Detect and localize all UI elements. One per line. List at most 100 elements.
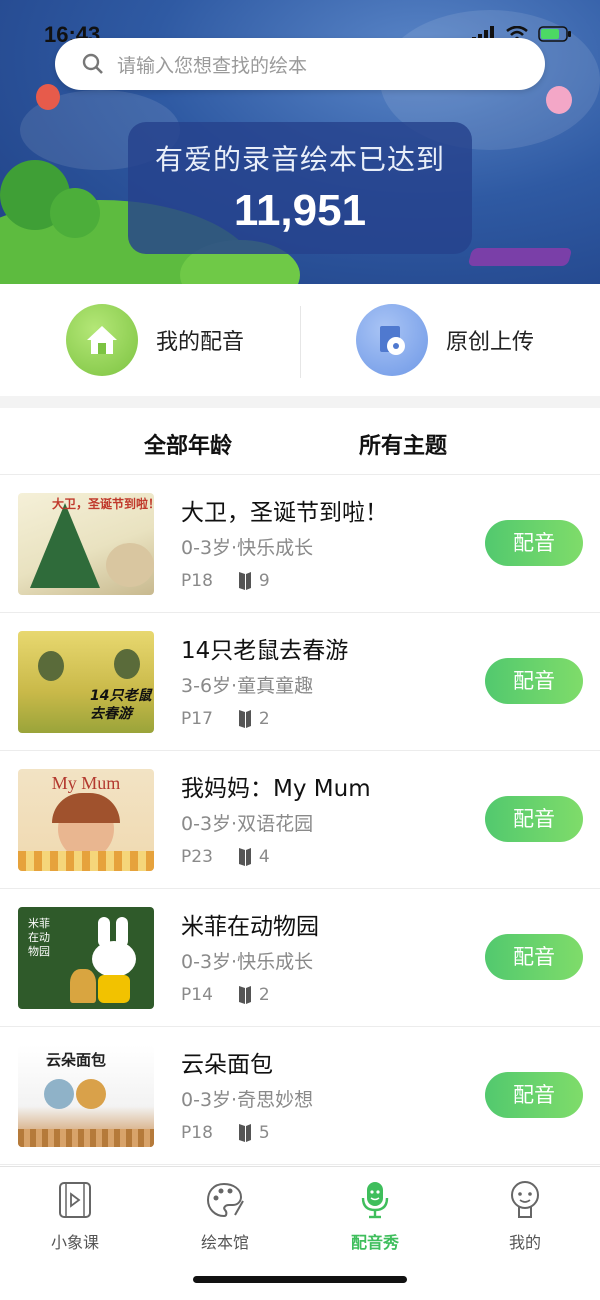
book-title: 米菲在动物园 xyxy=(181,914,319,940)
cover-title: 14只老鼠去春游 xyxy=(90,688,152,722)
dub-button[interactable]: 配音 xyxy=(485,520,583,566)
banner[interactable]: 16:43 请输入您想查找的绘本 有爱的录音绘本已达到 11,951 xyxy=(0,0,600,284)
cover-title: 云朵面包 xyxy=(46,1051,107,1069)
book-title: 大卫，圣诞节到啦！ xyxy=(181,500,388,526)
recording-counter: 有爱的录音绘本已达到 11,951 xyxy=(128,122,472,254)
book-stats: P17 2 xyxy=(181,709,270,729)
hair-decor xyxy=(52,793,120,823)
list-item[interactable]: 米菲在动物园 米菲在动物园 0-3岁·快乐成长 P14 2 配音 xyxy=(0,889,600,1027)
book-title: 14只老鼠去春游 xyxy=(181,638,349,664)
book-cover[interactable]: 米菲在动物园 xyxy=(18,907,154,1009)
profile-icon xyxy=(511,1181,539,1218)
tab-profile[interactable]: 我的 xyxy=(465,1179,585,1253)
book-meta: 0-3岁·快乐成长 xyxy=(181,537,314,559)
search-placeholder: 请输入您想查找的绘本 xyxy=(117,55,308,77)
tab-library-label: 绘本馆 xyxy=(200,1233,249,1252)
cover-title: My Mum xyxy=(51,773,121,793)
book-stats: P18 9 xyxy=(181,571,270,591)
bunny-dress-decor xyxy=(98,975,130,1003)
mouse-decor xyxy=(114,649,140,679)
list-item[interactable]: 大卫，圣诞节到啦！ 大卫，圣诞节到啦！ 0-3岁·快乐成长 P18 9 配音 xyxy=(0,475,600,613)
dub-button[interactable]: 配音 xyxy=(485,1072,583,1118)
balloon-icon xyxy=(546,86,572,114)
book-meta: 3-6岁·童真童趣 xyxy=(181,675,314,697)
tree-decor xyxy=(50,188,100,238)
list-item[interactable]: My Mum 我妈妈：My Mum 0-3岁·双语花园 P23 4 配音 xyxy=(0,751,600,889)
disc-upload-icon xyxy=(356,304,428,376)
battery-icon xyxy=(538,26,571,42)
tree-decor xyxy=(30,503,100,588)
book-cover[interactable]: 大卫，圣诞节到啦！ xyxy=(18,493,154,595)
home-indicator[interactable] xyxy=(193,1276,407,1283)
page-count: P18 xyxy=(181,1123,213,1143)
section-gap xyxy=(0,396,600,408)
tab-library[interactable]: 绘本馆 xyxy=(165,1179,285,1253)
page-count: P18 xyxy=(181,571,213,591)
book-meta: 0-3岁·双语花园 xyxy=(181,813,314,835)
book-icon xyxy=(238,848,251,866)
list-item[interactable]: 14只老鼠去春游 14只老鼠去春游 3-6岁·童真童趣 P17 2 配音 xyxy=(0,613,600,751)
page-count: P17 xyxy=(181,709,213,729)
dub-button[interactable]: 配音 xyxy=(485,658,583,704)
sack-decor xyxy=(106,543,154,587)
tab-dubbing-show[interactable]: 配音秀 xyxy=(315,1179,435,1253)
divider xyxy=(300,306,301,378)
roof-decor xyxy=(18,1129,154,1147)
tab-lessons-label: 小象课 xyxy=(50,1233,99,1252)
tab-dubbing-show-label: 配音秀 xyxy=(350,1233,399,1252)
book-icon xyxy=(238,710,251,728)
book-icon xyxy=(238,1124,251,1142)
palette-icon xyxy=(206,1182,244,1218)
counter-caption: 有爱的录音绘本已达到 xyxy=(154,143,445,176)
book-stats: P18 5 xyxy=(181,1123,270,1143)
microphone-icon xyxy=(361,1182,389,1219)
dress-decor xyxy=(18,851,154,871)
book-cover[interactable]: My Mum xyxy=(18,769,154,871)
tab-lessons[interactable]: 小象课 xyxy=(15,1179,135,1253)
kangaroo-decor xyxy=(70,969,96,1003)
tab-profile-label: 我的 xyxy=(508,1233,541,1252)
dub-button[interactable]: 配音 xyxy=(485,796,583,842)
quick-actions: 我的配音 原创上传 xyxy=(0,284,600,396)
theme-filter[interactable]: 所有主题 xyxy=(359,428,447,460)
dub-count: 2 xyxy=(258,985,270,1005)
dub-count: 2 xyxy=(258,709,270,729)
original-upload-label: 原创上传 xyxy=(446,330,535,355)
book-icon xyxy=(238,572,251,590)
search-bar[interactable]: 请输入您想查找的绘本 xyxy=(55,38,545,90)
mouse-decor xyxy=(38,651,64,681)
carpet-decor xyxy=(467,248,573,266)
dub-count: 5 xyxy=(258,1123,270,1143)
book-cover[interactable]: 14只老鼠去春游 xyxy=(18,631,154,733)
book-title: 云朵面包 xyxy=(181,1052,273,1078)
dub-button[interactable]: 配音 xyxy=(485,934,583,980)
video-icon xyxy=(59,1182,91,1218)
filter-bar: 全部年龄 所有主题 xyxy=(0,408,600,475)
counter-value: 11,951 xyxy=(233,186,367,235)
book-meta: 0-3岁·快乐成长 xyxy=(181,951,314,973)
book-stats: P23 4 xyxy=(181,847,270,867)
page-count: P23 xyxy=(181,847,213,867)
book-title: 我妈妈：My Mum xyxy=(181,776,371,802)
book-stats: P14 2 xyxy=(181,985,270,1005)
home-icon xyxy=(66,304,138,376)
book-list: 大卫，圣诞节到啦！ 大卫，圣诞节到啦！ 0-3岁·快乐成长 P18 9 配音 1… xyxy=(0,475,600,1165)
cover-title: 大卫，圣诞节到啦！ xyxy=(52,497,154,511)
balloon-icon xyxy=(36,84,60,110)
dub-count: 9 xyxy=(258,571,270,591)
book-icon xyxy=(238,986,251,1004)
dub-count: 4 xyxy=(258,847,270,867)
my-dubbing-button[interactable]: 我的配音 xyxy=(66,304,244,376)
list-item[interactable]: 云朵面包 云朵面包 0-3岁·奇思妙想 P18 5 配音 xyxy=(0,1027,600,1165)
bunny-face-decor xyxy=(92,941,136,977)
page-count: P14 xyxy=(181,985,213,1005)
cat-decor xyxy=(76,1079,106,1109)
book-cover[interactable]: 云朵面包 xyxy=(18,1045,154,1147)
original-upload-button[interactable]: 原创上传 xyxy=(356,304,534,376)
book-meta: 0-3岁·奇思妙想 xyxy=(181,1089,314,1111)
age-filter[interactable]: 全部年龄 xyxy=(144,428,232,460)
search-icon xyxy=(82,53,103,74)
cat-decor xyxy=(44,1079,74,1109)
cover-title: 米菲在动物园 xyxy=(28,917,50,958)
my-dubbing-label: 我的配音 xyxy=(156,330,245,355)
